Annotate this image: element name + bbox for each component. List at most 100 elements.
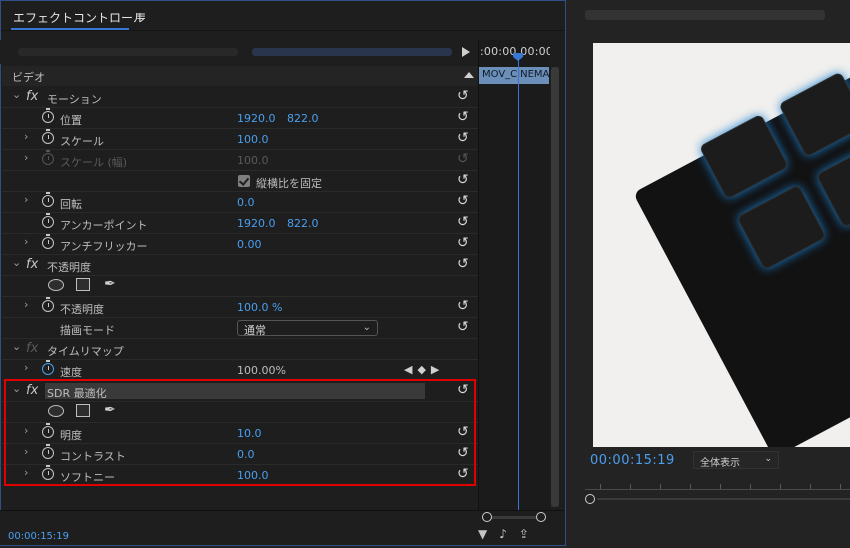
stopwatch-icon[interactable]: [42, 213, 54, 228]
program-scrub-bar[interactable]: [597, 498, 850, 500]
rotation-value[interactable]: 0.0: [237, 196, 255, 209]
checkbox-label: 縦横比を固定: [256, 177, 322, 190]
ruler-tick: [690, 484, 691, 489]
effect-motion[interactable]: ⌄ fx モーション ↺: [2, 87, 478, 108]
stopwatch-icon[interactable]: [42, 360, 54, 375]
chevron-right-icon[interactable]: ›: [24, 194, 32, 205]
fx-toggle-icon: fx: [26, 341, 39, 356]
reset-icon[interactable]: ↺: [457, 172, 469, 188]
timeline-clip[interactable]: MOV_CINEMA: [479, 67, 549, 84]
position-y-value[interactable]: 822.0: [287, 112, 319, 125]
ruler-tick: [660, 484, 661, 489]
chevron-down-icon[interactable]: ⌄: [12, 89, 21, 100]
reset-icon[interactable]: ↺: [457, 109, 469, 125]
ellipse-mask-icon[interactable]: [48, 279, 64, 291]
property-rotation: › 回転 0.0 ↺: [2, 192, 478, 213]
chevron-right-icon: ›: [24, 151, 29, 164]
zoom-handle-left[interactable]: [482, 512, 492, 522]
pen-mask-icon[interactable]: ✒: [104, 276, 116, 292]
app-window: エフェクトコントロール ≡ :00:00 00:00 MOV_CINEMA ビデ…: [0, 0, 850, 548]
position-x-value[interactable]: 1920.0: [237, 112, 276, 125]
reset-icon[interactable]: ↺: [457, 256, 469, 272]
chevron-down-icon: ⌄: [764, 454, 772, 464]
property-label: 不透明度: [60, 303, 104, 316]
property-label: アンチフリッカー: [60, 240, 148, 253]
reset-icon[interactable]: ↺: [457, 298, 469, 314]
filter-icon[interactable]: ▼: [478, 527, 499, 541]
fx-toggle-icon[interactable]: fx: [26, 257, 38, 272]
vertical-scrollbar-thumb[interactable]: [551, 67, 559, 507]
fit-zoom-select[interactable]: 全体表示 ⌄: [693, 451, 779, 469]
scale-value[interactable]: 100.0: [237, 133, 269, 146]
rectangle-mask-icon[interactable]: [76, 278, 90, 291]
speed-value[interactable]: 100.00%: [237, 364, 286, 377]
stopwatch-icon[interactable]: [42, 297, 54, 312]
ruler-tick: [630, 484, 631, 489]
effect-name: モーション: [47, 93, 102, 106]
stopwatch-icon[interactable]: [42, 129, 54, 144]
program-monitor-title-blurred: [585, 10, 825, 20]
preview-image-keyboard: [633, 43, 850, 447]
source-clip-name-blurred: [18, 48, 238, 56]
property-label: スケール (幅): [60, 156, 128, 169]
property-scale-width: › スケール (幅) 100.0 ↺: [2, 150, 478, 171]
chevron-right-icon[interactable]: ›: [24, 362, 32, 373]
timeline-zoom-slider[interactable]: [480, 512, 548, 524]
footer-timecode[interactable]: 00:00:15:19: [8, 531, 69, 542]
stopwatch-icon[interactable]: [42, 108, 54, 123]
mini-timeline[interactable]: [478, 40, 550, 510]
reset-icon[interactable]: ↺: [457, 319, 469, 335]
reset-icon[interactable]: ↺: [457, 130, 469, 146]
program-time-ruler[interactable]: [585, 489, 850, 490]
ruler-tick: [750, 484, 751, 489]
playhead-line: [518, 58, 519, 510]
zoom-bar[interactable]: [492, 516, 536, 519]
opacity-value[interactable]: 100.0 %: [237, 301, 282, 314]
video-preview[interactable]: [593, 43, 850, 447]
fx-toggle-icon[interactable]: fx: [26, 89, 38, 104]
select-value: 通常: [244, 324, 266, 337]
zoom-handle-right[interactable]: [536, 512, 546, 522]
property-position: 位置 1920.0 822.0 ↺: [2, 108, 478, 129]
preview-key: [698, 113, 789, 200]
preview-key: [815, 142, 850, 228]
chevron-right-icon[interactable]: ›: [24, 131, 32, 142]
anchor-x-value[interactable]: 1920.0: [237, 217, 276, 230]
reset-icon[interactable]: ↺: [457, 235, 469, 251]
show-timeline-toggle-icon[interactable]: [462, 47, 470, 57]
reset-icon[interactable]: ↺: [457, 88, 469, 104]
ruler-tick: [840, 484, 841, 489]
property-label: 速度: [60, 366, 82, 379]
effect-name: SDR 最適化: [47, 387, 107, 400]
keyframe-navigator-icon[interactable]: ◀◆▶: [404, 363, 444, 376]
uniform-scale-checkbox[interactable]: [238, 175, 250, 187]
hamburger-icon[interactable]: ≡: [136, 9, 146, 23]
property-uniform-scale: 縦横比を固定 ↺: [2, 171, 478, 192]
video-section-label: ビデオ: [12, 71, 45, 84]
program-timecode[interactable]: 00:00:15:19: [590, 453, 675, 468]
program-playhead-handle[interactable]: [585, 494, 595, 504]
panel-title[interactable]: エフェクトコントロール: [13, 9, 145, 26]
export-icon[interactable]: ⇪: [519, 527, 541, 541]
audio-icon[interactable]: ♪: [499, 527, 519, 541]
property-label: 位置: [60, 114, 82, 127]
anchor-y-value[interactable]: 822.0: [287, 217, 319, 230]
stopwatch-icon[interactable]: [42, 234, 54, 249]
ruler-tick: [810, 484, 811, 489]
chevron-down-icon[interactable]: ⌄: [12, 341, 21, 352]
stopwatch-icon[interactable]: [42, 192, 54, 207]
select-value: 全体表示: [700, 458, 740, 469]
collapse-up-icon[interactable]: [464, 72, 474, 78]
chevron-right-icon[interactable]: ›: [24, 236, 32, 247]
reset-icon[interactable]: ↺: [457, 193, 469, 209]
chevron-down-icon[interactable]: ⌄: [12, 257, 21, 268]
active-tab-underline: [11, 28, 129, 30]
property-scale: › スケール 100.0 ↺: [2, 129, 478, 150]
effect-time-remap[interactable]: ⌄ fx タイムリマップ: [2, 339, 478, 360]
effect-opacity[interactable]: ⌄ fx 不透明度 ↺: [2, 255, 478, 276]
antiflicker-value[interactable]: 0.00: [237, 238, 262, 251]
reset-icon[interactable]: ↺: [457, 214, 469, 230]
blend-mode-select[interactable]: 通常 ⌄: [237, 320, 378, 337]
chevron-right-icon[interactable]: ›: [24, 299, 32, 310]
ruler-tick: [600, 484, 601, 489]
